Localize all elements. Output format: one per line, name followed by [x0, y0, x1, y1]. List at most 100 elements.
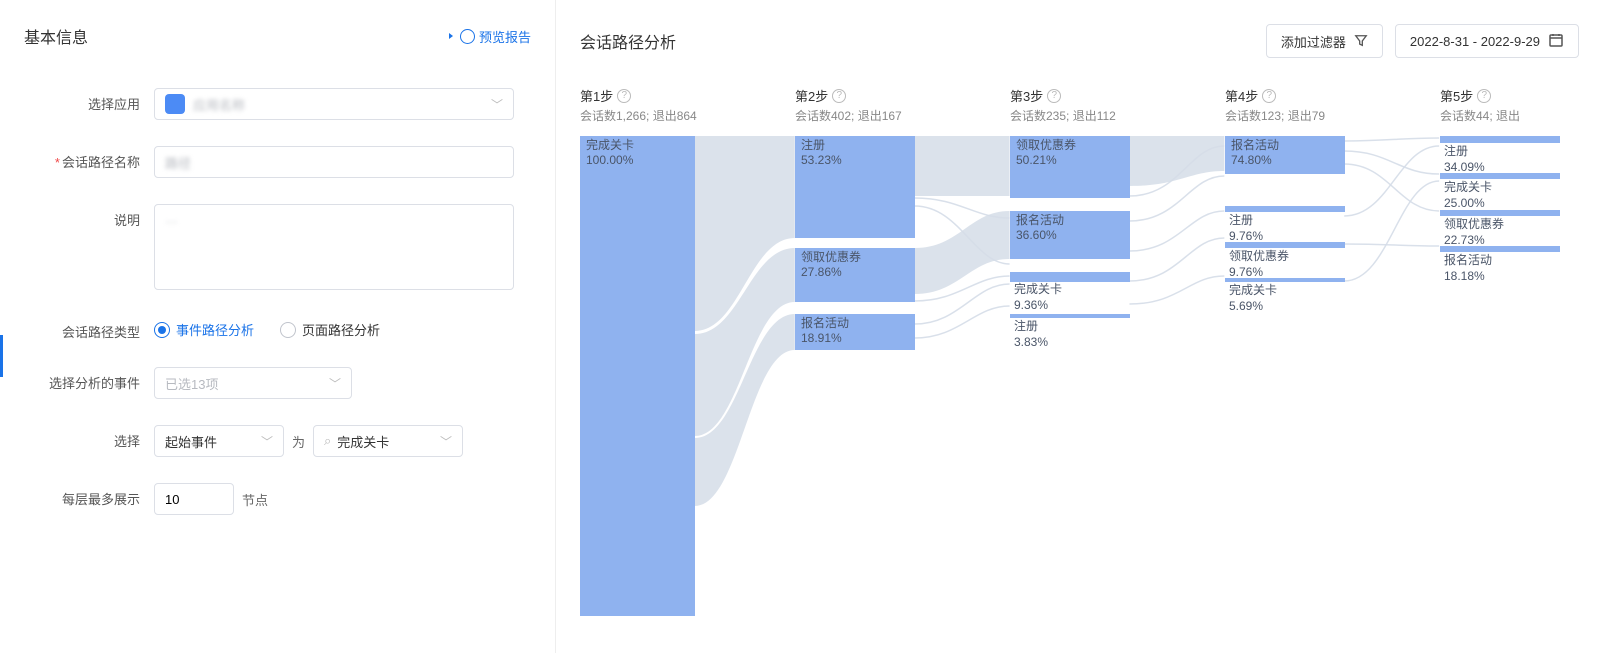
row-type: 会话路径类型 事件路径分析 页面路径分析	[24, 316, 531, 341]
sankey-node[interactable]	[1010, 272, 1130, 282]
right-controls: 添加过滤器 2022-8-31 - 2022-9-29	[1266, 24, 1579, 58]
sankey-node[interactable]	[1010, 314, 1130, 318]
sankey-node-label: 完成关卡5.69%	[1229, 283, 1277, 314]
left-active-indicator	[0, 335, 3, 377]
row-max-nodes: 每层最多展示 节点	[24, 483, 531, 515]
label-select: 选择	[24, 425, 154, 450]
sankey-node[interactable]: 报名活动 18.91%	[795, 314, 915, 350]
sankey-node[interactable]	[1440, 136, 1560, 143]
sankey-chart: 第1步? 会话数1,266; 退出864 第2步? 会话数402; 退出167 …	[580, 86, 1579, 626]
max-nodes-input[interactable]	[154, 483, 234, 515]
node-pct: 5.69%	[1229, 299, 1263, 313]
label-as: 为	[292, 432, 305, 451]
path-name-input[interactable]: 路径	[154, 146, 514, 178]
label-app: 选择应用	[24, 88, 154, 113]
sankey-node[interactable]: 领取优惠券 27.86%	[795, 248, 915, 302]
sankey-node-label: 完成关卡25.00%	[1444, 180, 1492, 211]
node-pct: 25.00%	[1444, 196, 1485, 210]
node-pct: 53.23%	[801, 153, 909, 168]
row-app: 选择应用 应用名称 ﹀	[24, 88, 531, 120]
left-header: 基本信息 预览报告	[24, 24, 531, 48]
sankey-node[interactable]: 领取优惠券 50.21%	[1010, 136, 1130, 198]
node-pct: 9.76%	[1229, 265, 1263, 279]
desc-textarea[interactable]: …	[154, 204, 514, 290]
preview-report-label: 预览报告	[479, 27, 531, 46]
target-event-select[interactable]: ⌕ 完成关卡 ﹀	[313, 425, 463, 457]
sankey-node[interactable]: 注册 53.23%	[795, 136, 915, 238]
node-pct: 18.18%	[1444, 269, 1485, 283]
radio-dot-icon	[280, 322, 296, 338]
calendar-icon	[1548, 32, 1564, 51]
sankey-node[interactable]	[1225, 206, 1345, 212]
section-title: 基本信息	[24, 24, 88, 48]
chevron-down-icon: ﹀	[440, 433, 452, 450]
path-type-radio-group: 事件路径分析 页面路径分析	[154, 316, 514, 339]
label-max-nodes: 每层最多展示	[24, 483, 154, 508]
label-desc: 说明	[24, 204, 154, 229]
add-filter-button[interactable]: 添加过滤器	[1266, 24, 1383, 58]
node-pct: 34.09%	[1444, 160, 1485, 174]
app-badge-icon	[165, 94, 185, 114]
help-icon[interactable]: ?	[1477, 89, 1491, 103]
node-pct: 3.83%	[1014, 335, 1048, 349]
radio-event-path[interactable]: 事件路径分析	[154, 320, 254, 339]
sankey-node[interactable]	[1225, 278, 1345, 282]
start-event-select[interactable]: 起始事件 ﹀	[154, 425, 284, 457]
radio-dot-icon	[154, 322, 170, 338]
right-header: 会话路径分析 添加过滤器 2022-8-31 - 2022-9-29	[580, 24, 1579, 58]
sankey-node-label: 注册3.83%	[1014, 319, 1048, 350]
step-header-3: 第3步? 会话数235; 退出112	[1010, 86, 1116, 124]
label-events: 选择分析的事件	[24, 367, 154, 392]
sankey-node[interactable]: 报名活动 74.80%	[1225, 136, 1345, 174]
node-pct: 100.00%	[586, 153, 689, 168]
row-select: 选择 起始事件 ﹀ 为 ⌕ 完成关卡 ﹀	[24, 425, 531, 457]
node-pct: 18.91%	[801, 331, 909, 346]
help-icon[interactable]: ?	[1047, 89, 1061, 103]
node-pct: 50.21%	[1016, 153, 1124, 168]
step-header-2: 第2步? 会话数402; 退出167	[795, 86, 902, 124]
node-pct: 74.80%	[1231, 153, 1339, 168]
step-header-4: 第4步? 会话数123; 退出79	[1225, 86, 1325, 124]
row-desc: 说明 …	[24, 204, 531, 290]
analysis-title: 会话路径分析	[580, 29, 676, 53]
node-pct: 9.76%	[1229, 229, 1263, 243]
app-select[interactable]: 应用名称 ﹀	[154, 88, 514, 120]
chevron-down-icon: ﹀	[261, 433, 273, 450]
step-header-1: 第1步? 会话数1,266; 退出864	[580, 86, 697, 124]
sankey-node-label: 注册9.76%	[1229, 213, 1263, 244]
radio-page-path[interactable]: 页面路径分析	[280, 320, 380, 339]
step-header-5: 第5步? 会话数44; 退出	[1440, 86, 1520, 124]
preview-report-link[interactable]: 预览报告	[460, 27, 531, 46]
row-name: *会话路径名称 路径	[24, 146, 531, 178]
help-icon[interactable]: ?	[617, 89, 631, 103]
node-pct: 36.60%	[1016, 228, 1124, 243]
sankey-node[interactable]: 报名活动 36.60%	[1010, 211, 1130, 259]
sankey-node[interactable]	[1440, 210, 1560, 216]
sankey-node-label: 完成关卡9.36%	[1014, 282, 1062, 313]
help-icon[interactable]: ?	[1262, 89, 1276, 103]
date-range-button[interactable]: 2022-8-31 - 2022-9-29	[1395, 24, 1579, 58]
chevron-down-icon: ﹀	[329, 375, 341, 392]
node-suffix-label: 节点	[242, 490, 268, 509]
left-panel: 基本信息 预览报告 选择应用 应用名称 ﹀ *会话路径名称 路径 说明	[0, 0, 556, 653]
right-panel: 会话路径分析 添加过滤器 2022-8-31 - 2022-9-29 第1步? …	[556, 0, 1603, 653]
node-pct: 22.73%	[1444, 233, 1485, 247]
node-pct: 9.36%	[1014, 298, 1048, 312]
row-events: 选择分析的事件 已选13项 ﹀	[24, 367, 531, 399]
sankey-node[interactable]	[1440, 173, 1560, 179]
label-name: *会话路径名称	[24, 146, 154, 171]
sankey-node-label: 报名活动18.18%	[1444, 253, 1492, 284]
selected-events-select[interactable]: 已选13项 ﹀	[154, 367, 352, 399]
sankey-node[interactable]	[1225, 242, 1345, 248]
label-type: 会话路径类型	[24, 316, 154, 341]
sankey-node-label: 领取优惠券22.73%	[1444, 217, 1504, 248]
sankey-node-label: 注册34.09%	[1444, 144, 1485, 175]
help-icon[interactable]: ?	[832, 89, 846, 103]
search-icon: ⌕	[324, 433, 331, 449]
node-pct: 27.86%	[801, 265, 909, 280]
filter-icon	[1354, 34, 1368, 48]
app-select-text: 应用名称	[193, 95, 245, 114]
chevron-down-icon: ﹀	[491, 96, 503, 113]
sankey-node[interactable]	[1440, 246, 1560, 252]
sankey-node[interactable]: 完成关卡 100.00%	[580, 136, 695, 616]
